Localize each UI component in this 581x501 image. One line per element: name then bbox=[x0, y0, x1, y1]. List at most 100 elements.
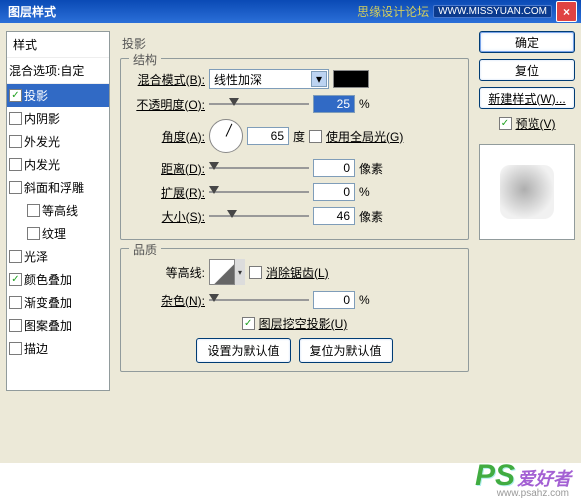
preview-label[interactable]: 预览(V) bbox=[516, 115, 556, 132]
make-default-button[interactable]: 设置为默认值 bbox=[196, 338, 290, 363]
opacity-unit: % bbox=[359, 97, 370, 111]
style-item-label: 斜面和浮雕 bbox=[24, 179, 84, 196]
dialog-body: 样式 混合选项:自定 投影 内阴影 外发光 内发光 斜面和浮雕 bbox=[0, 23, 581, 463]
styles-list: 样式 混合选项:自定 投影 内阴影 外发光 内发光 斜面和浮雕 bbox=[6, 31, 110, 391]
checkbox-icon[interactable] bbox=[9, 89, 22, 102]
shadow-color-swatch[interactable] bbox=[333, 70, 369, 88]
spread-slider[interactable] bbox=[209, 184, 309, 200]
style-item-label: 内发光 bbox=[24, 156, 60, 173]
noise-label: 杂色(N): bbox=[129, 292, 205, 309]
global-light-label[interactable]: 使用全局光(G) bbox=[326, 128, 403, 145]
style-item-coloroverlay[interactable]: 颜色叠加 bbox=[7, 268, 109, 291]
preview-checkbox[interactable] bbox=[499, 117, 512, 130]
style-item-label: 颜色叠加 bbox=[24, 271, 72, 288]
noise-input[interactable]: 0 bbox=[313, 291, 355, 309]
style-item-bevel[interactable]: 斜面和浮雕 bbox=[7, 176, 109, 199]
knockout-label[interactable]: 图层挖空投影(U) bbox=[259, 315, 348, 332]
checkbox-icon[interactable] bbox=[9, 273, 22, 286]
section-heading: 投影 bbox=[116, 31, 473, 58]
styles-column: 样式 混合选项:自定 投影 内阴影 外发光 内发光 斜面和浮雕 bbox=[6, 31, 110, 455]
style-item-stroke[interactable]: 描边 bbox=[7, 337, 109, 360]
structure-legend: 结构 bbox=[129, 51, 161, 68]
style-item-label: 等高线 bbox=[42, 202, 78, 219]
contour-picker[interactable]: ▾ bbox=[209, 259, 245, 285]
antialias-checkbox[interactable] bbox=[249, 266, 262, 279]
distance-label: 距离(D): bbox=[129, 160, 205, 177]
contour-label: 等高线: bbox=[129, 264, 205, 281]
opacity-label: 不透明度(O): bbox=[129, 96, 205, 113]
style-item-texture[interactable]: 纹理 bbox=[7, 222, 109, 245]
reset-default-button[interactable]: 复位为默认值 bbox=[299, 338, 393, 363]
antialias-label[interactable]: 消除锯齿(L) bbox=[266, 264, 329, 281]
style-item-outerglow[interactable]: 外发光 bbox=[7, 130, 109, 153]
style-item-label: 光泽 bbox=[24, 248, 48, 265]
size-unit: 像素 bbox=[359, 208, 383, 225]
knockout-checkbox[interactable] bbox=[242, 317, 255, 330]
new-style-button[interactable]: 新建样式(W)... bbox=[479, 87, 575, 109]
spread-unit: % bbox=[359, 185, 370, 199]
spread-input[interactable]: 0 bbox=[313, 183, 355, 201]
blend-options-item[interactable]: 混合选项:自定 bbox=[7, 58, 109, 84]
size-slider[interactable] bbox=[209, 208, 309, 224]
angle-dial[interactable] bbox=[209, 119, 243, 153]
forum-text: 思缘设计论坛 bbox=[357, 3, 429, 20]
preview-box bbox=[479, 144, 575, 240]
style-item-patternoverlay[interactable]: 图案叠加 bbox=[7, 314, 109, 337]
noise-unit: % bbox=[359, 293, 370, 307]
opacity-input[interactable]: 25 bbox=[313, 95, 355, 113]
close-icon[interactable]: × bbox=[556, 1, 577, 22]
checkbox-icon[interactable] bbox=[9, 158, 22, 171]
blendmode-value: 线性加深 bbox=[214, 71, 262, 88]
titlebar: 图层样式 思缘设计论坛 WWW.MISSYUAN.COM × bbox=[0, 0, 581, 23]
checkbox-icon[interactable] bbox=[27, 227, 40, 240]
ok-button[interactable]: 确定 bbox=[479, 31, 575, 53]
distance-unit: 像素 bbox=[359, 160, 383, 177]
spread-label: 扩展(R): bbox=[129, 184, 205, 201]
blendmode-label: 混合模式(B): bbox=[129, 71, 205, 88]
style-item-gradientoverlay[interactable]: 渐变叠加 bbox=[7, 291, 109, 314]
style-item-innershadow[interactable]: 内阴影 bbox=[7, 107, 109, 130]
noise-slider[interactable] bbox=[209, 292, 309, 308]
cancel-button[interactable]: 复位 bbox=[479, 59, 575, 81]
size-input[interactable]: 46 bbox=[313, 207, 355, 225]
checkbox-icon[interactable] bbox=[27, 204, 40, 217]
style-item-label: 图案叠加 bbox=[24, 317, 72, 334]
style-item-label: 内阴影 bbox=[24, 110, 60, 127]
distance-input[interactable]: 0 bbox=[313, 159, 355, 177]
distance-slider[interactable] bbox=[209, 160, 309, 176]
chevron-down-icon: ▾ bbox=[234, 259, 245, 285]
style-item-innerglow[interactable]: 内发光 bbox=[7, 153, 109, 176]
checkbox-icon[interactable] bbox=[9, 250, 22, 263]
checkbox-icon[interactable] bbox=[9, 342, 22, 355]
angle-label: 角度(A): bbox=[129, 128, 205, 145]
angle-input[interactable]: 65 bbox=[247, 127, 289, 145]
size-label: 大小(S): bbox=[129, 208, 205, 225]
preview-thumbnail bbox=[500, 165, 554, 219]
style-item-satin[interactable]: 光泽 bbox=[7, 245, 109, 268]
style-item-dropshadow[interactable]: 投影 bbox=[7, 84, 109, 107]
checkbox-icon[interactable] bbox=[9, 112, 22, 125]
angle-unit: 度 bbox=[293, 128, 305, 145]
checkbox-icon[interactable] bbox=[9, 319, 22, 332]
window-title: 图层样式 bbox=[4, 3, 56, 20]
global-light-checkbox[interactable] bbox=[309, 130, 322, 143]
right-column: 确定 复位 新建样式(W)... 预览(V) bbox=[479, 31, 575, 455]
checkbox-icon[interactable] bbox=[9, 135, 22, 148]
watermark-url: www.psahz.com bbox=[497, 488, 569, 499]
checkbox-icon[interactable] bbox=[9, 296, 22, 309]
style-item-label: 外发光 bbox=[24, 133, 60, 150]
opacity-slider[interactable] bbox=[209, 96, 309, 112]
style-item-label: 渐变叠加 bbox=[24, 294, 72, 311]
blendmode-select[interactable]: 线性加深 ▾ bbox=[209, 69, 329, 89]
url-badge: WWW.MISSYUAN.COM bbox=[433, 5, 552, 18]
structure-fieldset: 结构 混合模式(B): 线性加深 ▾ 不透明度(O): 25 % 角度(A): … bbox=[120, 58, 469, 240]
quality-legend: 品质 bbox=[129, 241, 161, 258]
styles-header[interactable]: 样式 bbox=[7, 32, 109, 58]
style-item-contour[interactable]: 等高线 bbox=[7, 199, 109, 222]
chevron-down-icon: ▾ bbox=[311, 71, 327, 87]
checkbox-icon[interactable] bbox=[9, 181, 22, 194]
quality-fieldset: 品质 等高线: ▾ 消除锯齿(L) 杂色(N): 0 % 图层挖空投影(U) 设… bbox=[120, 248, 469, 372]
style-item-label: 纹理 bbox=[42, 225, 66, 242]
style-item-label: 描边 bbox=[24, 340, 48, 357]
style-item-label: 投影 bbox=[24, 87, 48, 104]
